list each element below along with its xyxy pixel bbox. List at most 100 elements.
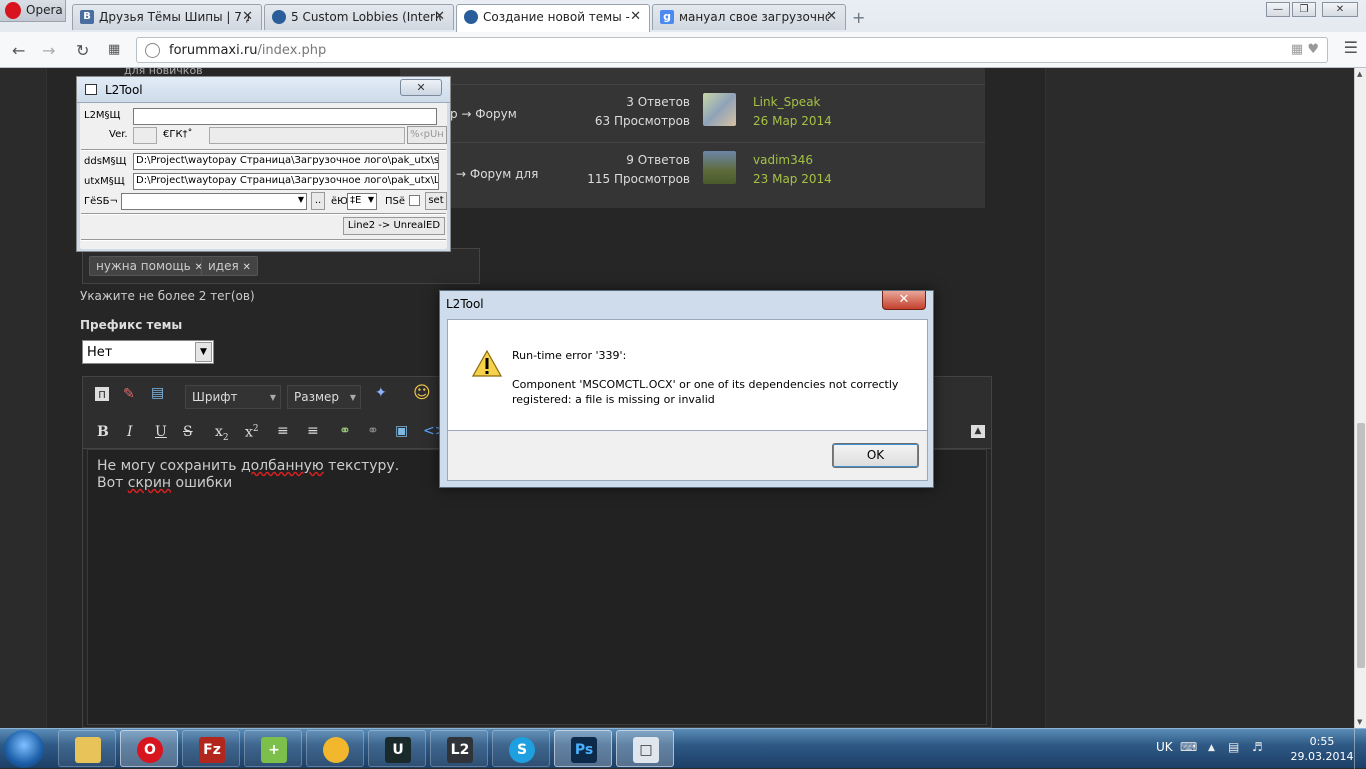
bold-icon[interactable]: B [97,424,109,440]
unlink-icon[interactable]: ⚭ [367,423,379,439]
browse-button[interactable]: .. [311,192,325,210]
taskbar-app-skype[interactable]: S [492,730,550,767]
ok-button[interactable]: OK [832,443,919,468]
site-info-icon[interactable] [145,43,160,58]
chevron-down-icon[interactable]: ▼ [195,342,212,362]
volume-icon[interactable]: ♬ [1252,740,1263,754]
taskbar-app-filezilla[interactable]: Fz [182,730,240,767]
new-tab-button[interactable]: + [852,8,865,27]
taskbar-app-explorer[interactable] [58,730,116,767]
magic-wand-icon[interactable]: ✦ [375,385,387,401]
dds-path-input[interactable]: D:\Project\waytopay Страница\Загрузочное… [133,153,439,170]
list-item[interactable]: → Форум для 9 Ответов 115 Просмотров vad… [400,142,985,200]
strikethrough-icon[interactable]: S [183,424,193,440]
taskbar-app-notepad[interactable]: + [244,730,302,767]
taskbar-app-photoshop[interactable]: Ps [554,730,612,767]
collapse-icon[interactable]: ▲ [971,425,985,438]
gesb-label: ГёЅБ¬ [84,196,118,207]
start-button[interactable] [4,730,44,768]
convert-button[interactable]: Line2 -> UnrealED [343,217,445,235]
skype-icon: S [509,737,535,763]
editor-text-area[interactable]: Не могу сохранить долбанную текстуру. Во… [87,449,987,725]
taskbar-app-stalker[interactable] [306,730,364,767]
image-icon[interactable]: ▣ [395,423,408,439]
restore-button[interactable]: ❐ [1292,2,1316,17]
superscript-icon[interactable]: x2 [245,424,259,441]
avatar[interactable] [703,151,736,184]
bookmark-heart-icon[interactable]: ▦ ♥ [1291,42,1319,57]
username-link[interactable]: vadim346 [753,151,832,170]
scroll-up-icon[interactable]: ▲ [1357,70,1362,78]
size-select[interactable]: Размер ▼ [287,385,361,409]
prefix-select[interactable]: Нет ▼ [82,340,214,364]
page-scrollbar[interactable]: ▲ ▼ [1354,68,1366,728]
smiley-icon[interactable]: ☺ [413,383,431,403]
url-field[interactable]: forummaxi.ru/index.php ▦ ♥ [136,37,1328,63]
avatar[interactable] [703,93,736,126]
minimize-button[interactable]: — [1266,2,1290,17]
eraser-icon[interactable]: ✎ [123,386,135,402]
speed-dial-icon[interactable]: ▦ [108,42,120,57]
l2tool-close-button[interactable]: ✕ [400,79,442,96]
ek-input[interactable] [209,127,405,144]
menu-icon[interactable]: ☰ [1344,38,1358,57]
ver-input[interactable] [133,127,157,144]
tab-google[interactable]: g мануал свое загрузочное ✕ [652,4,846,30]
post-date[interactable]: 23 Мар 2014 [753,170,832,189]
taskbar-app-opera[interactable]: O [120,730,178,767]
underline-icon[interactable]: U [155,424,167,440]
show-hidden-icons[interactable]: ▲ [1208,743,1215,753]
language-indicator[interactable]: UK [1156,740,1173,754]
l2-field-input[interactable] [133,108,437,125]
tags-input[interactable]: нужна помощь ✕ идея ✕ [82,248,480,284]
opera-menu-button[interactable]: Opera [0,0,66,22]
tab-close-icon[interactable]: ✕ [630,9,641,24]
keyboard-icon[interactable]: ⌨ [1180,740,1197,754]
ver-button[interactable]: %‹рUн [407,126,447,144]
forward-icon[interactable]: → [42,41,55,60]
filezilla-icon: Fz [199,737,225,763]
post-date[interactable]: 26 Мар 2014 [753,112,832,131]
tab-close-icon[interactable]: ✕ [242,9,253,24]
list-item[interactable]: р → Форум 3 Ответов 63 Просмотров Link_S… [400,84,985,142]
insert-table-icon[interactable]: ▤ [151,385,164,401]
chevron-down-icon: ▼ [269,393,276,402]
tab-vk[interactable]: B Друзья Тёмы Шипы | 7 др ✕ [72,4,262,30]
taskbar-app-lineage[interactable]: L2 [430,730,488,767]
tab-label: Друзья Тёмы Шипы | 7 др [99,10,249,24]
set-button[interactable]: set [425,192,447,210]
opera-icon: O [137,737,163,763]
tab-close-icon[interactable]: ✕ [826,9,837,24]
subscript-icon[interactable]: x2 [215,424,229,443]
tab-lobbies[interactable]: 5 Custom Lobbies (Interlu ✕ [264,4,454,30]
source-icon[interactable]: п [95,387,109,401]
link-icon[interactable]: ⚭ [339,423,351,439]
clock[interactable]: 0:55 29.03.2014 [1280,734,1364,764]
bullet-list-icon[interactable]: ≡ [277,423,289,439]
italic-icon[interactable]: I [127,424,133,440]
taskbar-app-unreal[interactable]: U [368,730,426,767]
tag-remove-icon[interactable]: ✕ [243,262,251,273]
tab-create-topic[interactable]: Создание новой темы - F ✕ [456,4,650,32]
l2tool-titlebar[interactable]: L2Tool ✕ [77,77,450,103]
dds-label: ddsM§Щ [84,156,127,167]
numbered-list-icon[interactable]: ≡ [307,423,319,439]
show-desktop-button[interactable] [1354,729,1366,769]
dialog-close-button[interactable]: ✕ [882,291,926,310]
ei-select[interactable]: ‡Е ▼ [347,193,377,210]
font-select[interactable]: Шрифт ▼ [185,385,281,409]
username-link[interactable]: Link_Speak [753,93,832,112]
reload-icon[interactable]: ↻ [76,41,89,60]
pse-checkbox[interactable] [409,195,420,206]
gesb-select[interactable]: ▼ [121,193,307,210]
back-icon[interactable]: ← [12,41,25,60]
topic-link[interactable]: р → Форум [450,107,517,121]
topic-link[interactable]: → Форум для [456,167,538,181]
close-window-button[interactable]: ✕ [1322,2,1358,17]
scrollbar-thumb[interactable] [1357,423,1365,668]
utx-path-input[interactable]: D:\Project\waytopay Страница\Загрузочное… [133,173,439,190]
tab-close-icon[interactable]: ✕ [434,9,445,24]
network-icon[interactable]: ▤ [1228,740,1239,754]
scroll-down-icon[interactable]: ▼ [1357,718,1362,726]
taskbar-app-window[interactable]: □ [616,730,674,767]
